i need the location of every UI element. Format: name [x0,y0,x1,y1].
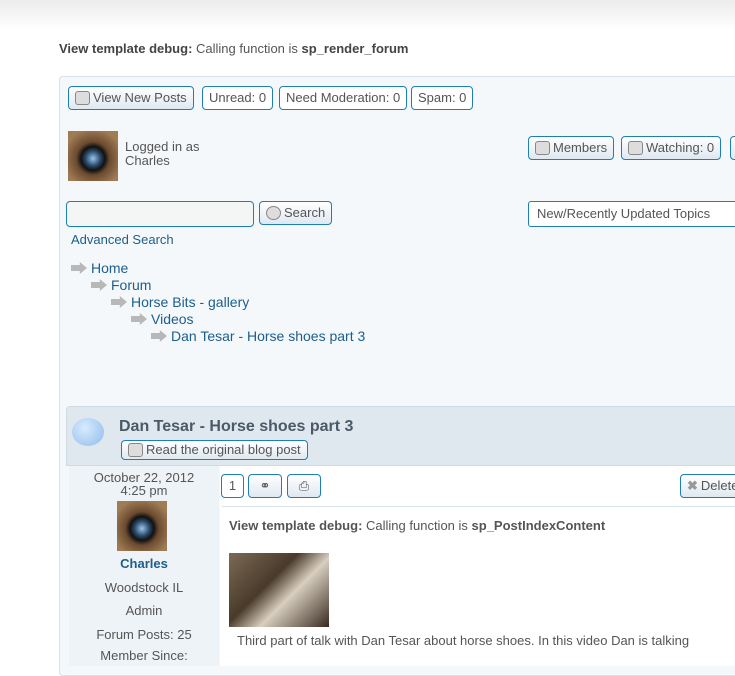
topics-select[interactable]: New/Recently Updated Topics [528,201,735,227]
read-original-button[interactable]: Read the original blog post [121,440,308,460]
arrow-icon [111,296,127,308]
arrow-icon [91,279,107,291]
logged-in-text: Logged in as Charles [125,139,200,168]
post-author-panel: October 22, 2012 4:25 pm Charles Woodstoc… [69,466,219,666]
magnifier-icon [266,206,281,220]
breadcrumb-topic[interactable]: Dan Tesar - Horse shoes part 3 [151,328,365,344]
arrow-icon [151,330,167,342]
author-location: Woodstock IL [104,580,184,595]
printer-icon: ⎙ [298,478,310,493]
author-role: Admin [125,603,163,618]
arrow-icon [71,262,87,274]
author-post-count: Forum Posts: 25 [96,627,192,642]
binoculars-icon [628,141,643,155]
template-debug: View template debug: Calling function is… [59,41,409,56]
advanced-search-link[interactable]: Advanced Search [71,232,174,247]
breadcrumb-forum[interactable]: Forum [91,277,151,293]
post-number[interactable]: 1 [221,474,244,498]
search-button[interactable]: Search [259,201,333,225]
avatar [68,131,118,181]
author-avatar [117,501,167,551]
author-member-since: Member Since: [100,648,188,663]
unread-button[interactable]: Unread: 0 [202,86,274,110]
breadcrumb-videos[interactable]: Videos [131,311,194,327]
speech-bubble-icon [72,418,104,446]
document-icon [128,443,143,457]
post-text: Third part of talk with Dan Tesar about … [237,633,690,648]
arrow-icon [131,313,147,325]
spam-button[interactable]: Spam: 0 [411,86,474,110]
print-button[interactable]: ⎙ [287,474,321,498]
delete-button[interactable]: ✖ Delete [680,474,735,498]
breadcrumb-home[interactable]: Home [71,260,128,276]
post-template-debug: View template debug: Calling function is… [229,518,606,533]
permalink-button[interactable]: ⚭ [248,474,282,498]
topic-title: Dan Tesar - Horse shoes part 3 [119,418,354,435]
watching-button[interactable]: Watching: 0 [621,136,722,160]
author-name[interactable]: Charles [69,556,219,571]
breadcrumb-gallery[interactable]: Horse Bits - gallery [111,294,249,310]
divider [222,506,735,507]
delete-icon: ✖ [687,478,698,493]
members-button[interactable]: Members [528,136,615,160]
top-fade [0,0,735,30]
members-icon [535,141,550,155]
post-date: October 22, 2012 4:25 pm [93,470,195,498]
video-thumbnail[interactable] [229,553,329,627]
search-input[interactable] [66,201,254,227]
posts-icon [75,91,90,105]
need-moderation-button[interactable]: Need Moderation: 0 [279,86,408,110]
view-new-posts-button[interactable]: View New Posts [68,86,194,110]
more-button[interactable] [730,136,735,160]
link-icon: ⚭ [259,478,271,493]
